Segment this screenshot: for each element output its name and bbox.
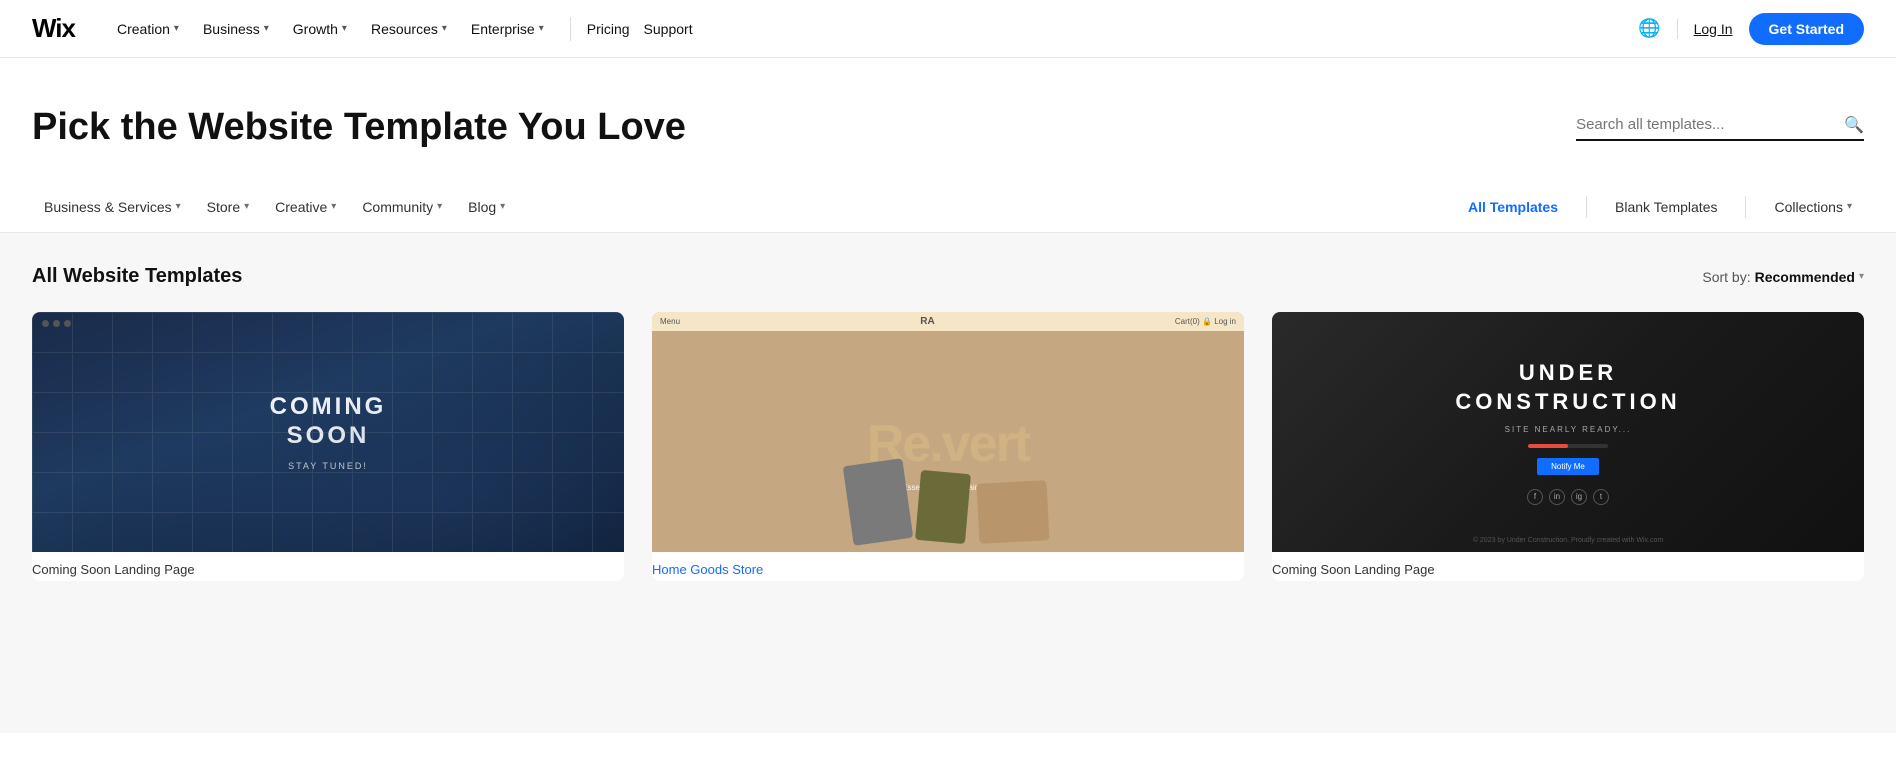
wix-logo[interactable]: Wix [32, 13, 75, 44]
under-construction-preview: UNDERCONSTRUCTION SITE NEARLY READY... N… [1272, 312, 1864, 552]
template-label-3: Coming Soon Landing Page [1272, 552, 1864, 581]
template-card-revert[interactable]: Menu RA Cart(0) 🔒 Log in Re.vert Home Es… [652, 312, 1244, 581]
stone-3 [976, 480, 1049, 544]
content-area: All Website Templates Sort by: Recommend… [0, 233, 1896, 733]
template-thumbnail-2: Menu RA Cart(0) 🔒 Log in Re.vert Home Es… [652, 312, 1244, 552]
get-started-button[interactable]: Get Started [1749, 13, 1864, 45]
nav-pricing[interactable]: Pricing [587, 21, 630, 37]
filter-blank-templates[interactable]: Blank Templates [1603, 193, 1729, 221]
nav-divider [570, 17, 571, 41]
progress-bar [1528, 444, 1608, 448]
chevron-down-icon: ▾ [342, 23, 347, 34]
chevron-down-icon: ▾ [1847, 201, 1852, 212]
under-construction-title: UNDERCONSTRUCTION [1455, 359, 1680, 416]
filter-right: All Templates Blank Templates Collection… [1456, 193, 1864, 221]
nav-support[interactable]: Support [634, 15, 703, 43]
nav-right: 🌐 Log In Get Started [1638, 13, 1864, 45]
chevron-down-icon: ▾ [264, 23, 269, 34]
filter-business-services[interactable]: Business & Services ▾ [32, 193, 193, 221]
dot-2 [53, 320, 60, 327]
template-card-under-construction[interactable]: UNDERCONSTRUCTION SITE NEARLY READY... N… [1272, 312, 1864, 581]
grid-lines [32, 312, 624, 552]
sort-control[interactable]: Sort by: Recommended ▾ [1702, 269, 1864, 285]
chevron-down-icon: ▾ [437, 201, 442, 212]
search-icon[interactable]: 🔍 [1844, 115, 1864, 135]
under-construction-sub: SITE NEARLY READY... [1505, 425, 1632, 434]
filter-community[interactable]: Community ▾ [350, 193, 454, 221]
chevron-down-icon: ▾ [442, 23, 447, 34]
nav-creation[interactable]: Creation ▾ [107, 15, 189, 43]
revert-main: Re.vert Home Essentials for Sustainable … [652, 312, 1244, 552]
twitter-icon[interactable]: t [1593, 489, 1609, 505]
revert-preview: Menu RA Cart(0) 🔒 Log in Re.vert Home Es… [652, 312, 1244, 552]
instagram-icon[interactable]: ig [1571, 489, 1587, 505]
browser-brand: RA [920, 316, 934, 327]
chevron-down-icon: ▾ [174, 23, 179, 34]
filter-creative[interactable]: Creative ▾ [263, 193, 348, 221]
filter-collections[interactable]: Collections ▾ [1762, 193, 1864, 221]
uc-notify-button[interactable]: Notify Me [1537, 458, 1599, 475]
filter-bar: Business & Services ▾ Store ▾ Creative ▾… [0, 181, 1896, 233]
browser-dots [42, 320, 71, 327]
navbar: Wix Creation ▾ Business ▾ Growth ▾ Resou… [0, 0, 1896, 58]
filter-all-templates[interactable]: All Templates [1456, 193, 1570, 221]
template-label-1: Coming Soon Landing Page [32, 552, 624, 581]
template-thumbnail-1: COMINGSOON STAY TUNED! [32, 312, 624, 552]
filter-divider [1586, 196, 1587, 218]
facebook-icon[interactable]: f [1527, 489, 1543, 505]
chevron-down-icon: ▾ [244, 201, 249, 212]
globe-icon[interactable]: 🌐 [1638, 18, 1660, 39]
social-links: f in ig t [1527, 489, 1609, 505]
browser-actions: Cart(0) 🔒 Log in [1175, 317, 1236, 326]
template-thumbnail-3: UNDERCONSTRUCTION SITE NEARLY READY... N… [1272, 312, 1864, 552]
browser-bar: Menu RA Cart(0) 🔒 Log in [652, 312, 1244, 331]
filter-store[interactable]: Store ▾ [195, 193, 262, 221]
uc-footer-text: © 2023 by Under Construction. Proudly cr… [1473, 537, 1663, 544]
filter-divider-2 [1745, 196, 1746, 218]
sort-value: Recommended [1755, 269, 1855, 285]
filter-blog[interactable]: Blog ▾ [456, 193, 517, 221]
stone-2 [915, 470, 971, 544]
chevron-down-icon: ▾ [331, 201, 336, 212]
stone-1 [843, 458, 914, 546]
coming-soon-preview: COMINGSOON STAY TUNED! [32, 312, 624, 552]
progress-fill [1528, 444, 1568, 448]
nav-growth[interactable]: Growth ▾ [283, 15, 357, 43]
dot-3 [64, 320, 71, 327]
chevron-down-icon: ▾ [1859, 271, 1864, 282]
template-card-coming-soon-1[interactable]: COMINGSOON STAY TUNED! Coming Soon Landi… [32, 312, 624, 581]
nav-business[interactable]: Business ▾ [193, 15, 279, 43]
stone-display [652, 462, 1244, 552]
login-link[interactable]: Log In [1694, 21, 1733, 37]
linkedin-icon[interactable]: in [1549, 489, 1565, 505]
page-title: Pick the Website Template You Love [32, 106, 686, 149]
section-title: All Website Templates [32, 265, 242, 288]
nav-resources[interactable]: Resources ▾ [361, 15, 457, 43]
template-label-2: Home Goods Store [652, 552, 1244, 581]
nav-right-divider [1677, 19, 1678, 39]
chevron-down-icon: ▾ [500, 201, 505, 212]
chevron-down-icon: ▾ [539, 23, 544, 34]
template-grid: COMINGSOON STAY TUNED! Coming Soon Landi… [32, 312, 1864, 581]
nav-links: Creation ▾ Business ▾ Growth ▾ Resources… [107, 15, 703, 43]
template-link-2[interactable]: Home Goods Store [652, 562, 763, 577]
content-header: All Website Templates Sort by: Recommend… [32, 265, 1864, 288]
coming-soon-subtext: STAY TUNED! [288, 461, 368, 471]
hero-section: Pick the Website Template You Love 🔍 [0, 58, 1896, 181]
dot-1 [42, 320, 49, 327]
nav-enterprise[interactable]: Enterprise ▾ [461, 15, 554, 43]
search-input[interactable] [1576, 116, 1836, 133]
chevron-down-icon: ▾ [176, 201, 181, 212]
browser-nav: Menu [660, 317, 680, 326]
search-bar[interactable]: 🔍 [1576, 115, 1864, 141]
